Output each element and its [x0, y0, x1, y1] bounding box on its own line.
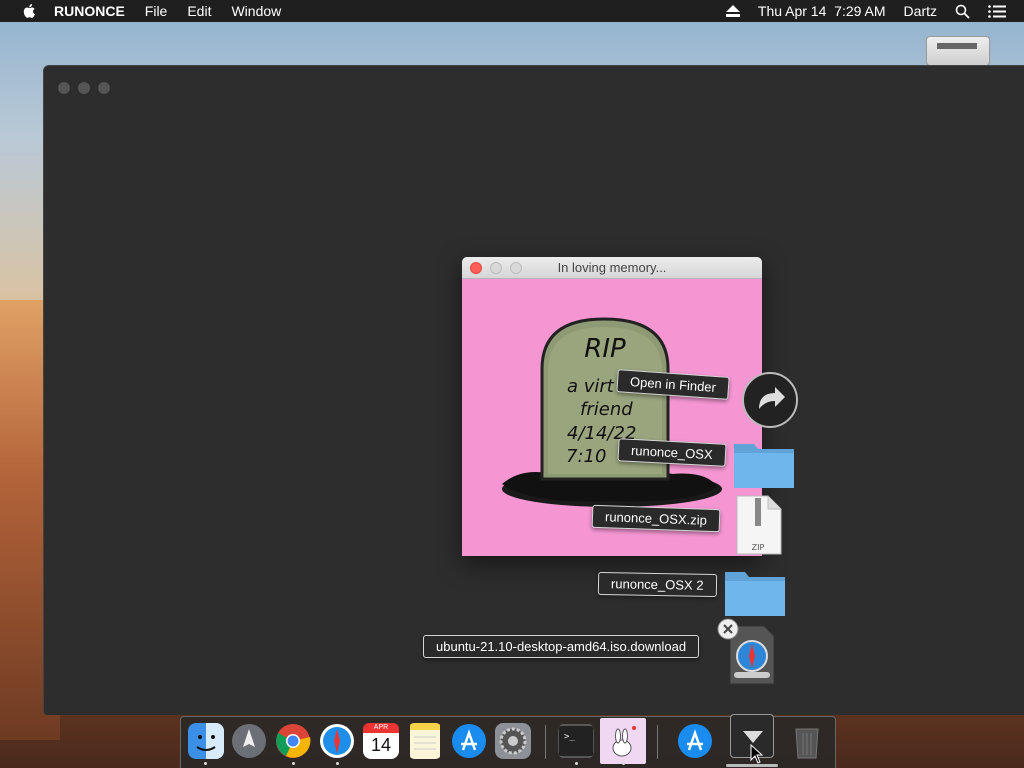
dock: APR 14 >_	[180, 714, 836, 768]
app-store-icon[interactable]	[451, 723, 487, 759]
tombstone-line4: 7:10	[566, 446, 606, 467]
menu-time: 7:29 AM	[834, 3, 886, 19]
app-store-icon[interactable]	[677, 723, 713, 759]
mouse-cursor-icon	[750, 744, 764, 764]
calendar-day: 14	[370, 735, 392, 755]
menu-app-name[interactable]: RUNONCE	[54, 3, 125, 19]
downloads-open-indicator	[726, 764, 778, 767]
folder-icon[interactable]	[732, 436, 796, 490]
calendar-month: APR	[363, 723, 399, 733]
open-in-finder-icon[interactable]	[741, 371, 799, 429]
safari-download-icon[interactable]	[716, 618, 778, 686]
notes-icon[interactable]	[407, 723, 443, 759]
window-controls	[58, 82, 110, 94]
zip-file-icon[interactable]: ZIP	[734, 494, 784, 556]
memorial-minimize-button[interactable]	[490, 262, 502, 274]
launchpad-icon[interactable]	[231, 723, 267, 759]
close-button[interactable]	[58, 82, 70, 94]
eject-icon[interactable]	[725, 5, 740, 17]
apple-icon[interactable]	[20, 2, 38, 20]
calendar-icon[interactable]: APR 14	[363, 723, 399, 759]
zip-badge: ZIP	[752, 543, 765, 552]
trash-icon[interactable]	[789, 723, 825, 759]
notification-center-icon[interactable]	[988, 4, 1006, 18]
memorial-zoom-button[interactable]	[510, 262, 522, 274]
folder-icon[interactable]	[723, 564, 787, 618]
memorial-titlebar[interactable]: In loving memory...	[462, 257, 762, 279]
menu-clock[interactable]: Thu Apr 14 7:29 AM	[758, 3, 886, 19]
safari-icon[interactable]	[319, 723, 355, 759]
terminal-running-indicator	[575, 762, 578, 765]
finder-icon[interactable]	[188, 723, 224, 759]
desktop-disk-icon[interactable]	[926, 36, 990, 66]
chrome-running-indicator	[292, 762, 295, 765]
menu-edit[interactable]: Edit	[187, 3, 211, 19]
finder-running-indicator	[204, 762, 207, 765]
menu-bar: RUNONCE File Edit Window Thu Apr 14 7:29…	[0, 0, 1024, 22]
minimize-button[interactable]	[78, 82, 90, 94]
memorial-close-button[interactable]	[470, 262, 482, 274]
stack-item-label-4[interactable]: ubuntu-21.10-desktop-amd64.iso.download	[423, 635, 700, 658]
menu-date: Thu Apr 14	[757, 3, 827, 19]
svg-text:>_: >_	[564, 732, 575, 742]
spotlight-search-icon[interactable]	[955, 4, 970, 19]
runonce-running-indicator	[622, 762, 625, 765]
dock-separator	[657, 725, 658, 759]
dock-separator	[545, 725, 546, 759]
runonce-app-icon[interactable]	[600, 718, 646, 764]
menu-file[interactable]: File	[145, 3, 168, 19]
safari-running-indicator	[336, 762, 339, 765]
menu-user[interactable]: Dartz	[904, 3, 937, 19]
terminal-icon[interactable]: >_	[558, 723, 594, 759]
menu-window[interactable]: Window	[231, 3, 281, 19]
stack-item-label-2[interactable]: runonce_OSX.zip	[591, 504, 721, 533]
memorial-title: In loving memory...	[557, 260, 667, 275]
zoom-button[interactable]	[98, 82, 110, 94]
tombstone-line2: friend	[580, 399, 633, 420]
system-preferences-icon[interactable]	[495, 723, 531, 759]
tombstone-line1: a virt	[567, 376, 615, 397]
tombstone-rip: RIP	[584, 334, 626, 364]
chrome-icon[interactable]	[275, 723, 311, 759]
stack-item-label-3[interactable]: runonce_OSX 2	[597, 571, 717, 598]
